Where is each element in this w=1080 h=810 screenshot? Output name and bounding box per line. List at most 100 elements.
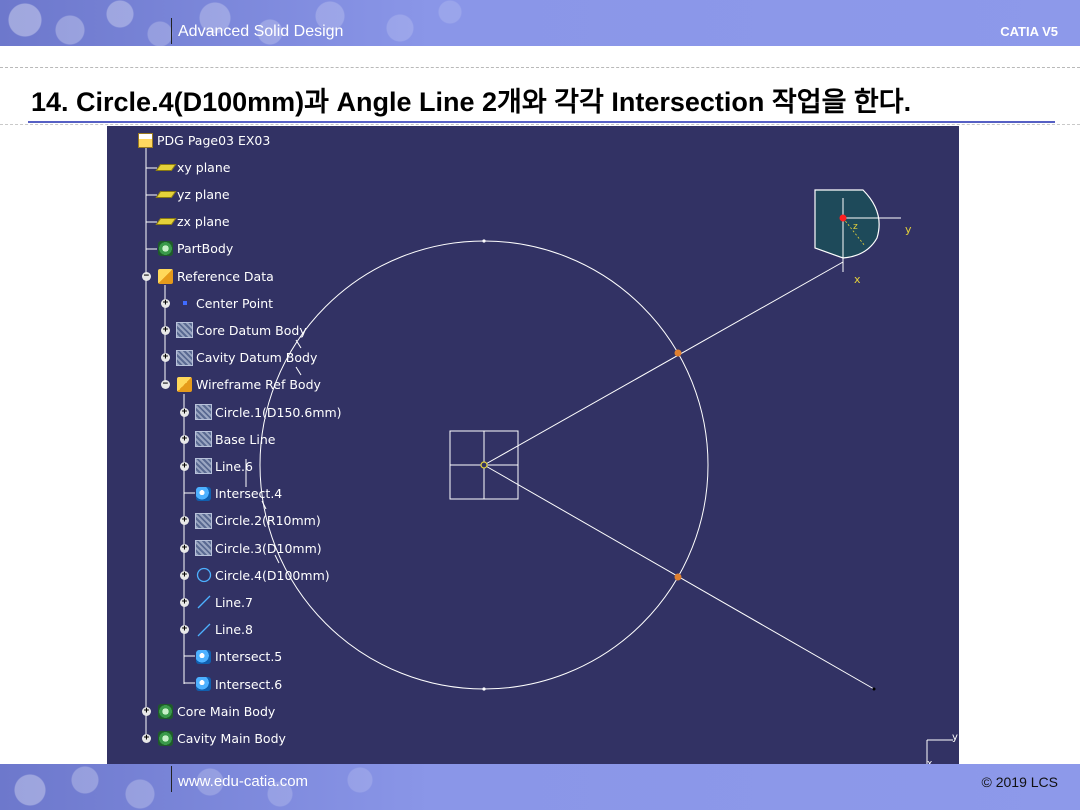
line-feature-icon-glyph (195, 458, 212, 475)
relation-line (295, 339, 302, 349)
tree-node[interactable]: Circle.2(R10mm) (195, 512, 321, 530)
tree-node[interactable]: xy plane (155, 158, 231, 176)
tree-expand-icon[interactable]: + (180, 570, 189, 580)
tree-node[interactable]: Base Line (195, 430, 275, 448)
tree-node[interactable]: Intersect.4 (195, 485, 282, 503)
tree-node[interactable]: Cavity Main Body (157, 729, 286, 747)
tree-node-label: PDG Page03 EX03 (157, 132, 271, 148)
tree-node[interactable]: Line.7 (195, 593, 253, 611)
datum-body-icon (176, 349, 193, 366)
title-dashed-divider (0, 124, 1080, 125)
tree-node[interactable]: Cavity Datum Body (176, 349, 317, 367)
slide-footer: www.edu-catia.com © 2019 LCS (0, 764, 1080, 810)
circle-feature-icon (195, 512, 212, 529)
tree-node-label: Core Main Body (177, 703, 276, 719)
tree-node-label: Line.7 (215, 594, 253, 610)
tree-node[interactable]: PartBody (157, 240, 233, 258)
line-icon (195, 594, 212, 610)
slide-title: 14. Circle.4(D100mm)과 Angle Line 2개와 각각 … (31, 87, 912, 117)
tree-node-label: Base Line (215, 431, 276, 447)
tree-node-label: Circle.2(R10mm) (215, 513, 321, 529)
tree-expand-icon[interactable]: + (180, 407, 189, 417)
tree-node-label: xy plane (177, 159, 231, 175)
tree-node[interactable]: PDG Page03 EX03 (137, 131, 270, 149)
tree-node-label: Intersect.4 (215, 486, 283, 502)
intersect-icon-glyph (196, 649, 211, 664)
body-icon (157, 730, 174, 746)
tree-node[interactable]: Center Point (176, 294, 273, 312)
tree-node[interactable]: Core Datum Body (176, 321, 307, 339)
circle-feature-icon-glyph (195, 540, 212, 556)
tree-node-label: Circle.3(D10mm) (215, 540, 322, 556)
body-icon (157, 703, 174, 719)
tree-node[interactable]: Line.8 (195, 621, 253, 639)
tree-expand-icon[interactable]: + (161, 298, 170, 308)
plane-icon (155, 214, 176, 230)
title-underline (28, 121, 1055, 123)
datum-body-icon (176, 322, 193, 339)
tree-node-label: zx plane (177, 214, 230, 230)
circle-feature-icon-glyph (195, 512, 212, 529)
tree-node-label: Cavity Datum Body (196, 350, 318, 366)
intersect-icon-glyph (196, 486, 211, 501)
datum-body-icon-glyph (176, 349, 193, 366)
tree-node[interactable]: Circle.1(D150.6mm) (195, 403, 342, 421)
body-icon-glyph (158, 730, 173, 746)
tree-node-label: yz plane (177, 186, 230, 202)
tree-node-label: Intersect.6 (215, 676, 283, 692)
tree-node-label: Wireframe Ref Body (196, 377, 321, 393)
brand-label: CATIA V5 (1000, 24, 1058, 39)
tree-node-label: Line.6 (215, 458, 253, 474)
tree-expand-icon[interactable]: + (161, 325, 170, 335)
circle-feature-icon-glyph (195, 404, 212, 420)
tree-node[interactable]: Reference Data (157, 267, 274, 285)
tree-node[interactable]: Line.6 (195, 457, 253, 475)
plane-icon-glyph (155, 218, 176, 226)
plane-icon-glyph (155, 190, 176, 198)
top-dashed-divider (0, 67, 1080, 68)
tree-node-label: PartBody (177, 241, 234, 257)
tree-expand-icon[interactable]: + (142, 706, 151, 716)
tree-expand-icon[interactable]: + (142, 733, 151, 743)
tree-node-label: Reference Data (177, 268, 274, 284)
course-title: Advanced Solid Design (178, 23, 344, 40)
tree-node[interactable]: Core Main Body (157, 702, 275, 720)
intersect-icon (195, 649, 212, 665)
tree-expand-icon[interactable]: + (180, 597, 189, 607)
intersect-icon (195, 486, 212, 502)
footer-website[interactable]: www.edu-catia.com (178, 773, 308, 790)
catia-3d-viewport[interactable]: z y x y x PDG Page03 EX03 xy plane yz pl… (107, 126, 959, 766)
tree-collapse-icon[interactable]: − (142, 271, 151, 281)
tree-node-label: Line.8 (215, 622, 253, 638)
circle-feature-icon (195, 540, 212, 556)
slide-header: Advanced Solid Design CATIA V5 (0, 0, 1080, 46)
tree-node[interactable]: Intersect.5 (195, 648, 282, 666)
line-feature-icon (195, 431, 212, 448)
tree-node[interactable]: Wireframe Ref Body (176, 376, 321, 394)
tree-node[interactable]: Intersect.6 (195, 675, 282, 693)
tree-node[interactable]: Circle.4(D100mm) (195, 566, 330, 584)
footer-separator (171, 766, 172, 792)
geometrical-set-icon (176, 377, 193, 393)
line-feature-icon (195, 458, 212, 475)
tree-node-label: Circle.1(D150.6mm) (215, 404, 342, 420)
tree-node-label: Circle.4(D100mm) (215, 567, 330, 583)
tree-node-label: Intersect.5 (215, 649, 283, 665)
root-product-icon-glyph (138, 132, 153, 148)
tree-expand-icon[interactable]: + (180, 434, 189, 444)
geometrical-set-icon (157, 268, 174, 284)
geometrical-set-icon-glyph (177, 377, 192, 393)
specification-tree[interactable]: PDG Page03 EX03 xy plane yz plane zx plane P… (107, 126, 959, 766)
tree-node-label: Center Point (196, 295, 274, 311)
tree-node[interactable]: Circle.3(D10mm) (195, 539, 322, 557)
intersect-icon (195, 676, 212, 692)
tree-node[interactable]: zx plane (155, 213, 230, 231)
tree-node[interactable]: yz plane (155, 185, 230, 203)
partbody-gear-icon-glyph (158, 241, 173, 257)
line-feature-icon-glyph (195, 431, 212, 448)
body-icon-glyph (158, 703, 173, 719)
tree-expand-icon[interactable]: + (180, 461, 189, 471)
plane-icon-glyph (155, 163, 176, 171)
tree-expand-icon[interactable]: + (180, 543, 189, 553)
point-icon-glyph (182, 301, 187, 306)
